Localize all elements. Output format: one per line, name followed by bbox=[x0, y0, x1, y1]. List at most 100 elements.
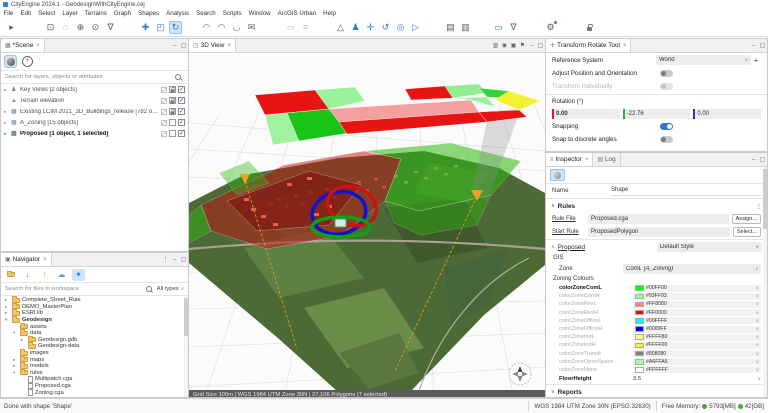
texture-tool-icon[interactable]: ✉ bbox=[245, 21, 258, 34]
adjust-position-toggle[interactable] bbox=[660, 70, 673, 77]
minimize-icon[interactable]: – bbox=[749, 153, 758, 166]
rotation-x-field[interactable]: 0.00 bbox=[552, 109, 620, 119]
menu-item-search[interactable]: Search bbox=[193, 10, 220, 17]
rule-file-label[interactable]: Rule File bbox=[552, 216, 585, 222]
select-button[interactable]: Select... bbox=[733, 227, 761, 237]
menu-item-analysis[interactable]: Analysis bbox=[163, 10, 193, 17]
colour-field[interactable]: #A6FFA6∨ bbox=[633, 358, 761, 365]
bookmark-icon[interactable]: ⚑ bbox=[518, 39, 527, 52]
tree-item[interactable]: ▾rules bbox=[1, 370, 188, 377]
menu-item-file[interactable]: File bbox=[0, 10, 17, 17]
scale-tool-icon[interactable]: ◰ bbox=[154, 21, 167, 34]
visibility-checkbox[interactable]: ✓ bbox=[178, 86, 185, 93]
section-menu-icon[interactable]: ⋮ bbox=[756, 202, 762, 210]
tab-scene[interactable]: ▦ *Scene × bbox=[1, 39, 45, 52]
dither-toggle[interactable] bbox=[161, 109, 167, 115]
expander-icon[interactable]: ▸ bbox=[4, 120, 9, 126]
proposed-header-label[interactable]: Proposed bbox=[558, 244, 585, 251]
tree-item[interactable]: Multipatch.cga bbox=[1, 376, 188, 383]
visibility-checkbox[interactable]: ✓ bbox=[178, 97, 185, 104]
expander-icon[interactable]: ▸ bbox=[4, 109, 9, 115]
tree-item[interactable]: ▾Geodesign bbox=[1, 317, 188, 324]
visibility-checkbox[interactable]: ✓ bbox=[178, 108, 185, 115]
tab-transform-rotate-tool[interactable]: ✛ Transform Rotate Tool × bbox=[546, 39, 631, 52]
navigator-search-bar[interactable]: Search for files in workspace All types … bbox=[1, 283, 188, 296]
colour-field[interactable]: #00FFFF∨ bbox=[633, 317, 761, 324]
minimize-icon[interactable]: – bbox=[749, 39, 758, 52]
colour-field[interactable]: #93FF93∨ bbox=[633, 293, 761, 300]
start-rule-field[interactable]: ProposedPolygon bbox=[588, 227, 730, 237]
center-view-icon[interactable]: ⊙ bbox=[89, 21, 102, 34]
layer-select-mode-button[interactable] bbox=[4, 55, 17, 68]
close-icon[interactable]: × bbox=[227, 43, 231, 49]
tree-item[interactable]: images bbox=[1, 350, 188, 357]
cloud-icon[interactable]: ☁ bbox=[55, 269, 68, 281]
assign-button[interactable]: Assign... bbox=[732, 214, 761, 224]
maximize-icon[interactable]: ▢ bbox=[536, 39, 545, 52]
reports-section-header[interactable]: ∨ Reports bbox=[546, 386, 767, 398]
close-icon[interactable]: × bbox=[585, 157, 589, 163]
menu-item-arcgis-urban[interactable]: ArcGIS Urban bbox=[274, 10, 320, 17]
snap-discrete-toggle[interactable] bbox=[660, 136, 673, 143]
expander-icon[interactable]: ▸ bbox=[13, 363, 18, 369]
colour-field[interactable]: #FF0000∨ bbox=[633, 309, 761, 316]
push-pull-icon[interactable]: ◠ bbox=[200, 21, 213, 34]
viewport-render[interactable] bbox=[189, 53, 545, 398]
tree-item[interactable]: Proposed.cga bbox=[1, 383, 188, 390]
expander-icon[interactable]: ▾ bbox=[5, 317, 10, 323]
close-icon[interactable]: × bbox=[36, 43, 40, 49]
rules-section-header[interactable]: ∧ Rules ⋮ bbox=[546, 200, 767, 212]
dither-toggle[interactable] bbox=[161, 87, 167, 93]
rule-file-field[interactable]: Proposed.cga bbox=[588, 214, 729, 224]
tab-3d-view[interactable]: ◳ 3D View × bbox=[189, 39, 236, 52]
floor-height-value[interactable]: 3.5 bbox=[633, 376, 754, 382]
shape-object-button[interactable] bbox=[550, 169, 565, 181]
arcgis-online-icon[interactable]: ✦ bbox=[72, 269, 85, 281]
transform-individually-toggle[interactable] bbox=[660, 83, 673, 90]
tree-item[interactable]: ▸models bbox=[1, 363, 188, 370]
maximize-icon[interactable]: ▢ bbox=[758, 39, 767, 52]
style-select[interactable]: Default Style ∨ bbox=[657, 242, 762, 252]
colour-field[interactable]: #00FF00∨ bbox=[633, 285, 761, 292]
selected-shape[interactable] bbox=[335, 219, 346, 227]
lock-toggle[interactable] bbox=[169, 97, 176, 104]
filter-cone-icon[interactable]: ∇ bbox=[507, 21, 520, 34]
tab-navigator[interactable]: ▣ Navigator × bbox=[1, 253, 52, 266]
scene-layer-row[interactable]: ▸♟Key Views [2 objects]✓ bbox=[1, 84, 188, 95]
split-tool-icon[interactable]: ≡ bbox=[299, 21, 312, 34]
roof-gable-icon[interactable]: ◠ bbox=[215, 21, 228, 34]
tree-item[interactable]: ▸ESRI.lib bbox=[1, 310, 188, 317]
zoom-region-icon[interactable]: ◎ bbox=[394, 21, 407, 34]
view-menu-icon[interactable]: ⋮ bbox=[161, 253, 170, 266]
lock-toggle[interactable] bbox=[169, 108, 176, 115]
expander-icon[interactable]: ▸ bbox=[4, 131, 9, 137]
menu-item-window[interactable]: Window bbox=[245, 10, 274, 17]
colour-field[interactable]: #FFFF00∨ bbox=[633, 342, 761, 349]
start-rule-label[interactable]: Start Rule bbox=[552, 229, 585, 235]
perf-stats-icon[interactable]: ▥ bbox=[491, 39, 500, 52]
first-person-icon[interactable]: ♟ bbox=[349, 21, 362, 34]
export-scene-icon[interactable]: ▥ bbox=[459, 21, 472, 34]
colour-field[interactable]: #FF8080∨ bbox=[633, 301, 761, 308]
close-icon[interactable]: × bbox=[623, 43, 627, 49]
compass[interactable] bbox=[509, 363, 531, 385]
menu-item-edit[interactable]: Edit bbox=[17, 10, 35, 17]
add-reference-button[interactable]: + bbox=[751, 56, 761, 65]
expander-icon[interactable]: ▾ bbox=[13, 330, 18, 336]
expander-icon[interactable]: ▸ bbox=[5, 310, 10, 316]
orbit-icon[interactable]: ↺ bbox=[379, 21, 392, 34]
scene-layer-row[interactable]: ▲Terrain elevation✓ bbox=[1, 95, 188, 106]
visibility-icon[interactable]: ◉ bbox=[500, 39, 509, 52]
expander-icon[interactable]: ▸ bbox=[13, 357, 18, 363]
close-icon[interactable]: × bbox=[43, 257, 47, 263]
zoom-tool-icon[interactable]: ⊕ bbox=[74, 21, 87, 34]
view-cone-icon[interactable]: ∇ bbox=[104, 21, 117, 34]
gizmo-icon[interactable]: ✛ bbox=[364, 21, 377, 34]
tree-item[interactable]: ▸maps bbox=[1, 356, 188, 363]
lock-icon[interactable] bbox=[583, 21, 596, 34]
colour-field[interactable]: #0000FF∨ bbox=[633, 326, 761, 333]
zone-select[interactable]: ComL (A_Zoning) ∨ bbox=[623, 264, 761, 274]
open-folder-icon[interactable] bbox=[4, 269, 17, 281]
dither-toggle[interactable] bbox=[161, 120, 167, 126]
lock-toggle[interactable] bbox=[169, 130, 176, 137]
